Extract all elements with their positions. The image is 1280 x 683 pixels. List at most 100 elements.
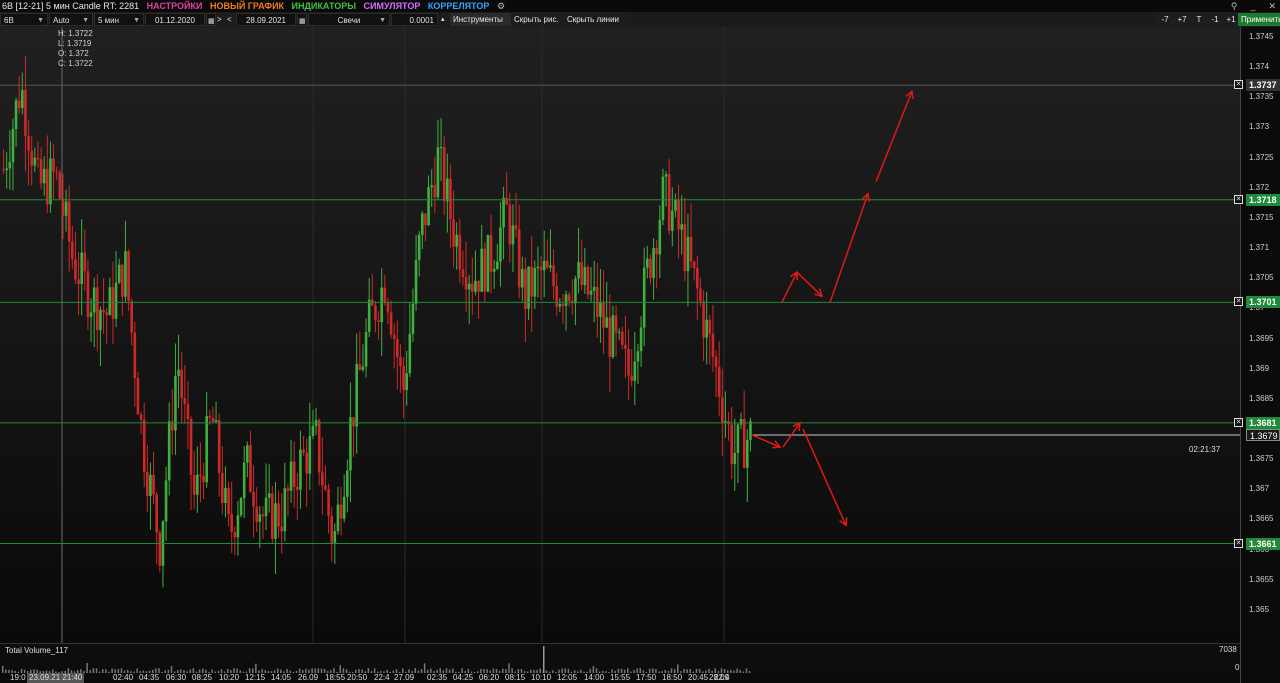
timeframe-select[interactable]: 5 мин ▼: [94, 13, 144, 26]
time-tick: 10:20: [219, 673, 240, 682]
candle-body: [492, 268, 496, 272]
candle-body: [111, 287, 115, 319]
menu-correlator[interactable]: КОРРЕЛЯТОР: [428, 1, 490, 11]
remove-level-icon[interactable]: ✕: [1234, 80, 1243, 90]
remove-level-icon[interactable]: ✕: [1234, 297, 1243, 307]
remove-level-icon[interactable]: ✕: [1234, 194, 1243, 204]
candle-body: [146, 472, 149, 496]
candlestick-chart[interactable]: [0, 27, 1240, 643]
candle-body: [349, 417, 352, 471]
candle-body: [274, 503, 277, 540]
candle-body: [646, 258, 649, 268]
candle-body: [605, 317, 608, 328]
candle-body: [39, 159, 43, 184]
candle-body: [205, 416, 208, 483]
symbol-select[interactable]: 6B ▼: [0, 13, 48, 26]
candle-body: [55, 171, 58, 173]
candle-body: [296, 486, 299, 490]
date-to-input[interactable]: 28.09.2021: [236, 13, 296, 26]
candle-body: [739, 418, 743, 425]
hide-lines-button[interactable]: Скрыть линии: [564, 13, 630, 26]
menu-settings[interactable]: НАСТРОЙКИ: [147, 1, 203, 11]
instruments-button[interactable]: Инструменты: [450, 13, 512, 26]
candle-body: [67, 201, 71, 242]
candle-body: [136, 378, 140, 415]
candle-body: [114, 282, 118, 319]
scale-select[interactable]: Auto ▼: [49, 13, 93, 26]
candle-body: [402, 366, 405, 391]
candle-body: [433, 185, 437, 198]
candle-body: [489, 235, 493, 272]
candle-body: [486, 235, 490, 292]
candle-body: [196, 474, 199, 495]
candle-body: [374, 305, 377, 321]
remove-level-icon[interactable]: ✕: [1234, 538, 1243, 548]
next-button[interactable]: >: [217, 13, 225, 26]
candle-body: [346, 470, 349, 497]
title-bar: 6B [12-21] 5 мин Candle RT: 2281 НАСТРОЙ…: [0, 0, 1280, 12]
menu-simulator[interactable]: СИМУЛЯТОР: [364, 1, 421, 11]
candle-body: [392, 334, 396, 340]
candle-body: [277, 503, 280, 527]
candle-body: [521, 268, 524, 288]
date-from-input[interactable]: 01.12.2020: [145, 13, 205, 26]
candle-body: [183, 398, 187, 404]
candle-body: [714, 356, 718, 367]
candle-body: [483, 248, 487, 292]
candle-body: [711, 333, 715, 357]
candle-body: [5, 168, 8, 171]
candle-body: [580, 262, 583, 285]
candle-body: [558, 303, 562, 307]
candle-body: [46, 168, 49, 205]
candle-body: [367, 299, 371, 332]
shift-plus7-button[interactable]: +7: [1172, 13, 1192, 26]
candle-body: [299, 449, 302, 490]
price-tick: 1.3715: [1249, 212, 1274, 222]
candle-body: [21, 90, 24, 109]
candle-body: [224, 488, 227, 504]
candle-body: [64, 201, 68, 216]
menu-indicators[interactable]: ИНДИКАТОРЫ: [292, 1, 356, 11]
candle-body: [108, 287, 112, 315]
candle-body: [539, 266, 543, 271]
calendar-icon[interactable]: ▦: [206, 13, 216, 26]
time-tick: 15:55: [610, 673, 631, 682]
price-axis[interactable]: 1.3745 1.374 1.3735 1.373 1.3725 1.372 1.3715 1…: [1240, 27, 1280, 683]
candle-body: [149, 474, 152, 496]
remove-level-icon[interactable]: ✕: [1234, 417, 1243, 427]
candle-body: [214, 420, 218, 422]
candle-body: [30, 150, 33, 166]
price-chart[interactable]: H: 1.3722 L: 1.3719 O: 1.372 C: 1.3722: [0, 27, 1240, 643]
candle-body: [692, 261, 696, 269]
forecast-arrow: [796, 271, 823, 297]
menu-new-chart[interactable]: НОВЫЙ ГРАФИК: [210, 1, 284, 11]
prev-button[interactable]: <: [227, 13, 235, 26]
settings-cog-icon[interactable]: ⚙: [497, 1, 505, 11]
candle-body: [208, 416, 212, 418]
candle-body: [155, 494, 158, 533]
chart-type-select[interactable]: Свечи ▼: [308, 13, 390, 26]
hide-drawings-button[interactable]: Скрыть рис.: [511, 13, 569, 26]
candle-body: [552, 265, 555, 286]
candle-body: [717, 366, 721, 397]
candle-body: [133, 332, 137, 379]
candle-body: [286, 488, 290, 491]
candle-body: [246, 445, 249, 463]
candle-body: [389, 312, 393, 335]
close-icon[interactable]: ✕: [1268, 0, 1276, 12]
candle-body: [49, 158, 52, 205]
candle-body: [105, 312, 108, 315]
candle-body: [589, 290, 593, 295]
candle-body: [705, 319, 708, 338]
minimize-icon[interactable]: _: [1250, 0, 1255, 12]
time-tick: 12:05: [557, 673, 578, 682]
candle-timer: 02:21:37: [1189, 445, 1221, 454]
time-tick: 14:05: [271, 673, 292, 682]
calendar-icon[interactable]: ▦: [297, 13, 307, 26]
chevron-down-icon: ▼: [379, 17, 386, 24]
candle-body: [317, 420, 321, 473]
chart-toolbar: 6B ▼ Auto ▼ 5 мин ▼ 01.12.2020 ▦ > < 28.09.…: [0, 12, 1280, 27]
pin-icon[interactable]: ⚲: [1231, 0, 1238, 12]
tick-size-input[interactable]: 0.0001: [391, 13, 438, 26]
apply-button[interactable]: Применить: [1238, 13, 1280, 26]
